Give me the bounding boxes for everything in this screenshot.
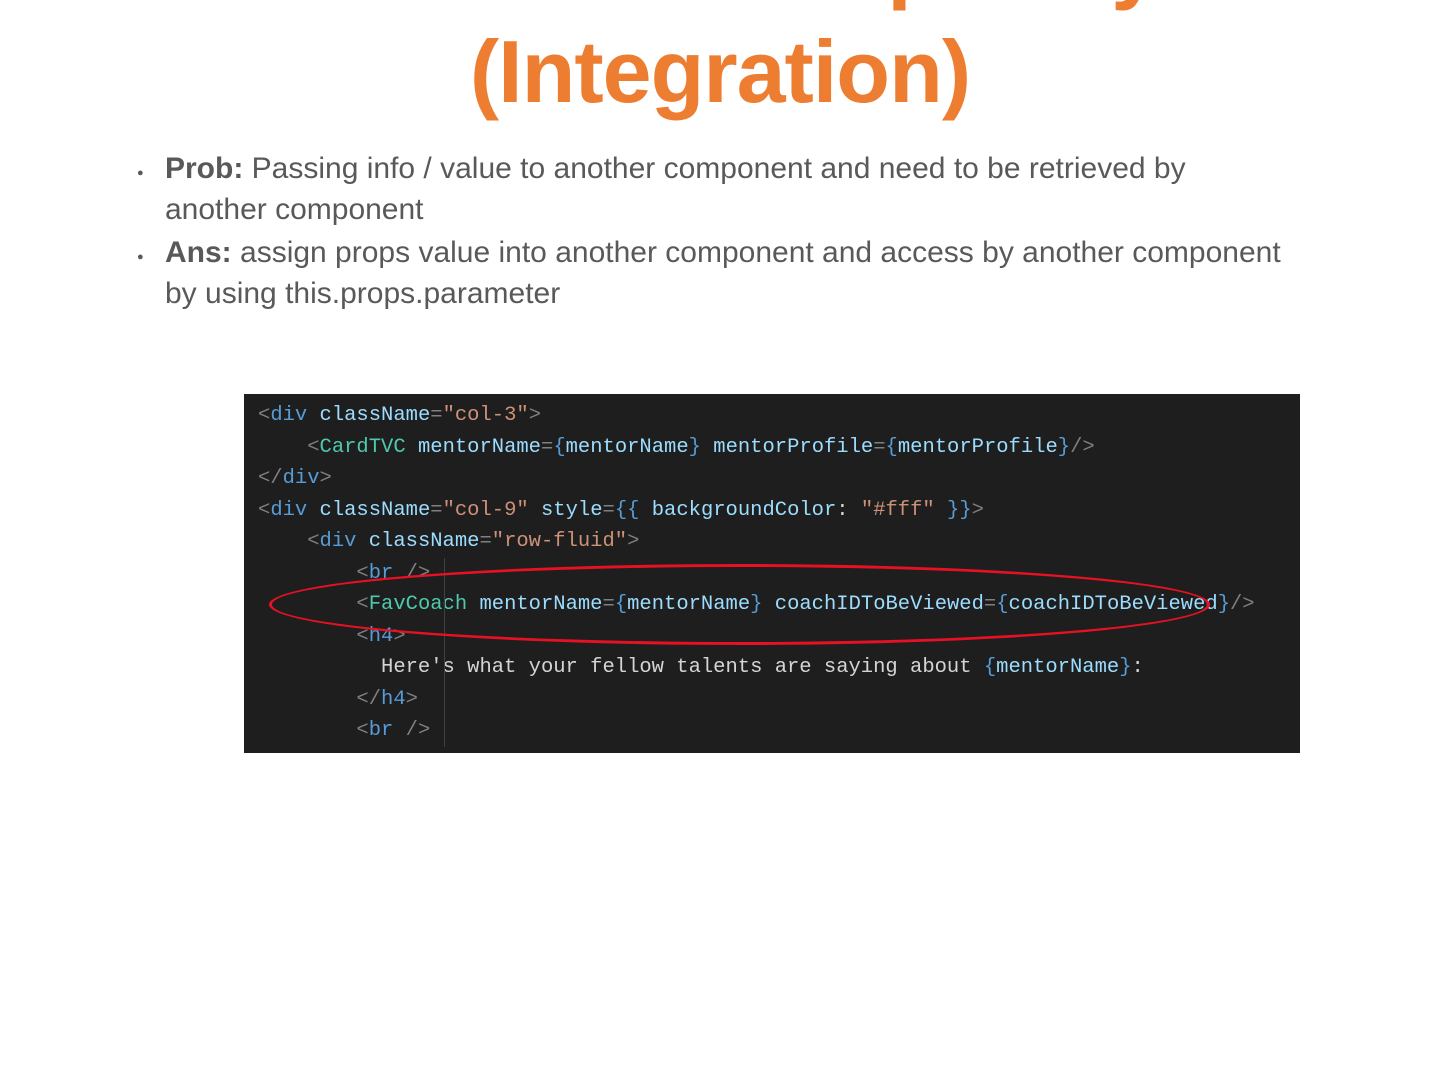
bullet-label: Prob: (165, 152, 243, 185)
title-line2: (Integration) (90, 24, 1350, 119)
code-block: <div className="col-3"> <CardTVC mentorN… (244, 394, 1300, 753)
title-line1: Technical Complexity (281, 0, 1159, 9)
bullet-prob: Prob: Passing info / value to another co… (125, 149, 1290, 230)
page-title: Technical Complexity (Integration) (90, 0, 1350, 119)
bullet-text: assign props value into another componen… (165, 236, 1281, 310)
code-content: <div className="col-3"> <CardTVC mentorN… (244, 400, 1300, 747)
bullet-list: Prob: Passing info / value to another co… (125, 149, 1350, 314)
bullet-label: Ans: (165, 236, 232, 269)
slide-page: Technical Complexity (Integration) Prob:… (90, 0, 1350, 1090)
bullet-text: Passing info / value to another componen… (165, 152, 1186, 226)
bullet-ans: Ans: assign props value into another com… (125, 233, 1290, 314)
